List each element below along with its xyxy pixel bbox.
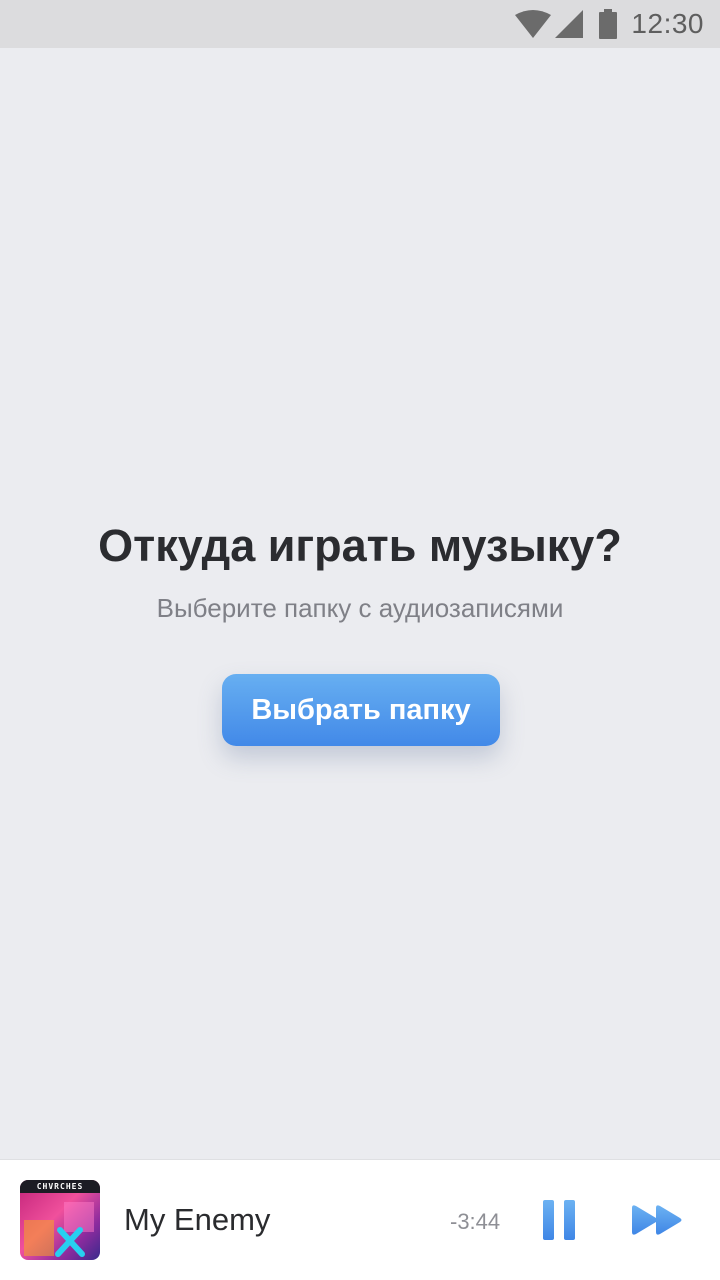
wifi-icon	[515, 10, 552, 38]
track-title[interactable]: My Enemy	[124, 1200, 270, 1240]
pause-icon	[538, 1200, 580, 1246]
empty-state-subtitle: Выберите папку с аудиозаписями	[156, 593, 564, 623]
battery-icon	[599, 9, 618, 39]
time-remaining: -3:44	[450, 1209, 501, 1234]
fast-forward-icon	[630, 1205, 684, 1240]
album-cover[interactable]: CHVRCHES	[20, 1180, 100, 1260]
next-track-button[interactable]	[630, 1204, 684, 1236]
cell-signal-icon	[555, 10, 584, 38]
pause-button[interactable]	[538, 1198, 580, 1242]
empty-state: Откуда играть музыку? Выберите папку с а…	[0, 48, 720, 1160]
empty-state-title: Откуда играть музыку?	[98, 520, 622, 571]
mini-player[interactable]: CHVRCHES My Enemy -3:44	[0, 1160, 720, 1280]
choose-folder-button[interactable]: Выбрать папку	[222, 674, 500, 746]
status-clock: 12:30	[631, 8, 704, 39]
status-icons: 12:30	[515, 0, 704, 48]
album-band-name: CHVRCHES	[36, 1182, 84, 1191]
status-bar: 12:30	[0, 0, 720, 48]
